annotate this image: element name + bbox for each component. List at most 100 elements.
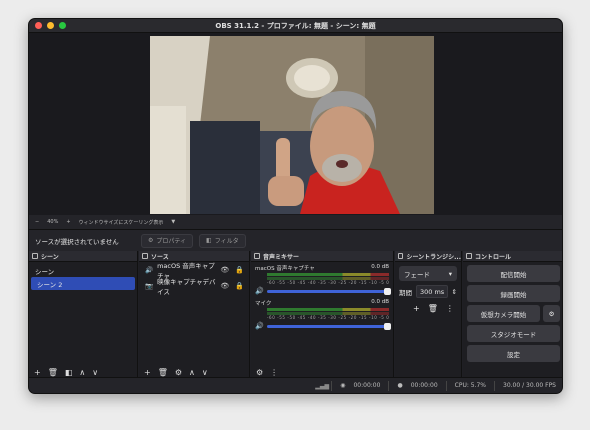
stepper-icon[interactable]: ⇕ [452, 288, 457, 296]
scene-item[interactable]: シーン [29, 264, 137, 277]
obs-window: OBS 31.1.2 - プロファイル: 無題 - シーン: 無題 − 40% … [28, 18, 563, 394]
source-item[interactable]: 📷 映像キャプチャデバイス 👁 🔒 [139, 278, 249, 296]
move-down-icon[interactable]: ∨ [92, 368, 98, 377]
controls-dock-header: コントロール [463, 251, 562, 262]
visibility-eye-icon[interactable]: 👁 [220, 282, 229, 290]
lock-icon[interactable]: 🔒 [235, 282, 244, 290]
channel-name: macOS 音声キャプチャ [255, 266, 315, 272]
preview-zoom-bar: − 40% + ウィンドウサイズにスケーリング表示 ▼ [29, 215, 562, 229]
speaker-icon[interactable]: 🔊 [255, 287, 264, 295]
transitions-title: シーントランジシ... [406, 253, 461, 261]
divider [494, 380, 496, 391]
scene-list: シーン シーン 2 [29, 262, 137, 290]
slider-thumb[interactable] [384, 287, 391, 295]
scale-mode-label[interactable]: ウィンドウサイズにスケーリング表示 [79, 219, 164, 226]
more-options-icon[interactable]: ⋮ [446, 304, 454, 313]
mixer-channel: macOS 音声キャプチャ 0.0 dB -60 -55 -50 -45 -40… [251, 262, 393, 297]
studio-mode-button[interactable]: スタジオモード [467, 325, 560, 342]
duration-label: 期間 [399, 288, 412, 297]
volume-meter [267, 308, 389, 311]
move-up-icon[interactable]: ∧ [79, 368, 85, 377]
zoom-level: 40% [47, 219, 59, 225]
gear-icon: ⚙ [548, 309, 555, 318]
divider [331, 380, 333, 391]
camera-preview[interactable] [150, 36, 434, 214]
dock-icon [398, 253, 404, 259]
meter-ticks: -60 -55 -50 -45 -40 -35 -30 -25 -20 -15 … [267, 315, 390, 320]
window-title: OBS 31.1.2 - プロファイル: 無題 - シーン: 無題 [215, 22, 376, 30]
source-properties-icon[interactable]: ⚙ [175, 368, 182, 377]
mixer-settings-icon[interactable]: ⚙ [256, 368, 263, 377]
filters-button[interactable]: ◧ フィルタ [199, 233, 246, 248]
scenes-dock-header: シーン [29, 251, 137, 262]
no-source-label: ソースが選択されていません [35, 237, 119, 246]
volume-meter [267, 273, 389, 276]
scene-item-selected[interactable]: シーン 2 [31, 277, 135, 290]
more-options-icon[interactable]: ⋮ [270, 368, 278, 377]
slider-thumb[interactable] [384, 322, 391, 330]
remove-source-icon[interactable]: 🗑 [158, 368, 168, 377]
virtual-camera-row: 仮想カメラ開始 ⚙ [467, 305, 560, 322]
titlebar: OBS 31.1.2 - プロファイル: 無題 - シーン: 無題 [29, 19, 562, 33]
remove-scene-icon[interactable]: 🗑 [48, 368, 58, 377]
chevron-down-icon: ▾ [448, 269, 452, 278]
context-bar: ソースが選択されていません ⚙ プロパティ ◧ フィルタ [29, 229, 562, 251]
start-streaming-button[interactable]: 配信開始 [467, 265, 560, 282]
lock-icon[interactable]: 🔒 [235, 266, 244, 274]
transition-type: フェード [404, 270, 430, 279]
transitions-dock-header: シーントランジシ... [395, 251, 461, 262]
duration-value: 300 ms [420, 287, 445, 296]
duration-row: 期間 300 ms ⇕ [399, 285, 457, 298]
volume-slider[interactable] [266, 287, 391, 295]
bandwidth-icon: ▂▄▆ [315, 382, 330, 390]
move-down-icon[interactable]: ∨ [202, 368, 208, 377]
source-label: 映像キャプチャデバイス [157, 278, 216, 296]
move-up-icon[interactable]: ∧ [189, 368, 195, 377]
zoom-out-button[interactable]: − [35, 219, 39, 225]
dock-icon [32, 253, 38, 259]
sources-dock: ソース 🔊 macOS 音声キャプチャ 👁 🔒 📷 映像キャプチャデバイス 👁 … [139, 251, 250, 379]
zoom-in-button[interactable]: + [66, 219, 70, 225]
properties-button[interactable]: ⚙ プロパティ [141, 233, 194, 248]
filters-label: フィルタ [214, 238, 239, 245]
mixer-title: 音声ミキサー [263, 253, 300, 261]
stream-icon: ◉ [340, 382, 346, 389]
speaker-icon[interactable]: 🔊 [255, 322, 264, 330]
status-bar: ▂▄▆ ◉ 00:00:00 ● 00:00:00 CPU: 5.7% 30.0… [29, 377, 562, 393]
record-time: 00:00:00 [410, 382, 438, 389]
divider [445, 380, 447, 391]
volume-slider[interactable] [266, 322, 391, 330]
scene-filters-icon[interactable]: ◧ [65, 368, 73, 377]
mixer-channel: マイク 0.0 dB -60 -55 -50 -45 -40 -35 -30 -… [251, 297, 393, 332]
speaker-icon: 🔊 [145, 266, 154, 274]
remove-transition-icon[interactable]: 🗑 [428, 304, 438, 313]
add-source-icon[interactable]: + [144, 368, 151, 377]
add-transition-icon[interactable]: + [413, 304, 420, 313]
scenes-dock: シーン シーン シーン 2 + 🗑 ◧ ∧ ∨ [29, 251, 138, 379]
scale-mode-dropdown-icon[interactable]: ▼ [171, 219, 175, 225]
channel-name: マイク [255, 301, 272, 307]
start-recording-button[interactable]: 録画開始 [467, 285, 560, 302]
channel-db: 0.0 dB [371, 264, 389, 270]
dock-icon [466, 253, 472, 259]
visibility-eye-icon[interactable]: 👁 [220, 266, 229, 274]
settings-button[interactable]: 設定 [467, 345, 560, 362]
controls-title: コントロール [475, 253, 512, 261]
meter-ticks: -60 -55 -50 -45 -40 -35 -30 -25 -20 -15 … [267, 280, 390, 285]
transition-select[interactable]: フェード ▾ [399, 266, 457, 281]
properties-label: プロパティ [156, 238, 187, 245]
filter-icon: ◧ [206, 237, 212, 244]
add-scene-icon[interactable]: + [34, 368, 41, 377]
virtual-camera-settings-button[interactable]: ⚙ [543, 305, 560, 322]
duration-input[interactable]: 300 ms [416, 285, 448, 298]
audio-mixer-dock: 音声ミキサー macOS 音声キャプチャ 0.0 dB -60 -55 -50 … [251, 251, 394, 379]
camera-icon: 📷 [145, 282, 154, 290]
channel-db: 0.0 dB [371, 299, 389, 305]
stream-time: 00:00:00 [353, 382, 381, 389]
controls-dock: コントロール 配信開始 録画開始 仮想カメラ開始 ⚙ スタジオモード 設定 [463, 251, 562, 379]
cpu-usage: CPU: 5.7% [454, 382, 487, 389]
docks-area: シーン シーン シーン 2 + 🗑 ◧ ∧ ∨ ソース 🔊 macOS 音声キャ… [29, 251, 562, 379]
preview-area[interactable] [29, 33, 562, 229]
gear-icon: ⚙ [148, 237, 154, 244]
start-virtual-camera-button[interactable]: 仮想カメラ開始 [467, 305, 540, 322]
